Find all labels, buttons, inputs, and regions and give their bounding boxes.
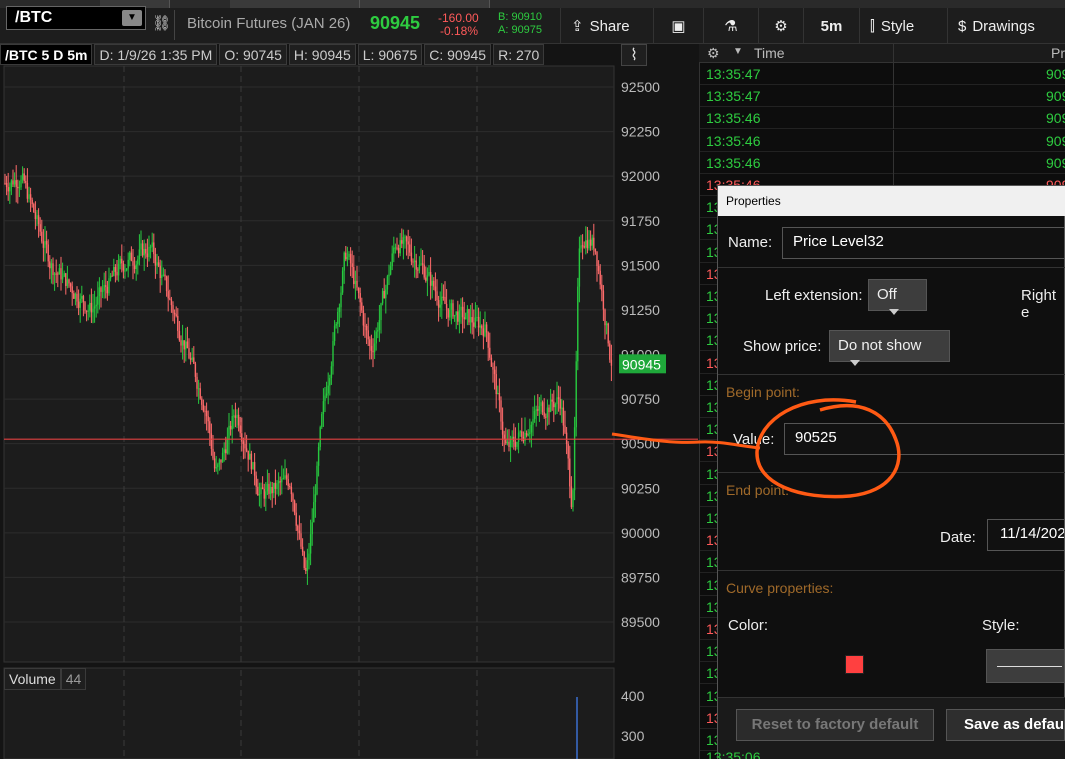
annotation-circle — [755, 398, 901, 499]
hand-drawn-annotation — [611, 398, 901, 499]
annotation-arrow-line — [611, 432, 761, 450]
app-window: /BTC ▼ ⛓ Bitcoin Futures (JAN 26) 90945 … — [0, 0, 1065, 759]
trade-time: 13:35:06 — [706, 749, 761, 759]
